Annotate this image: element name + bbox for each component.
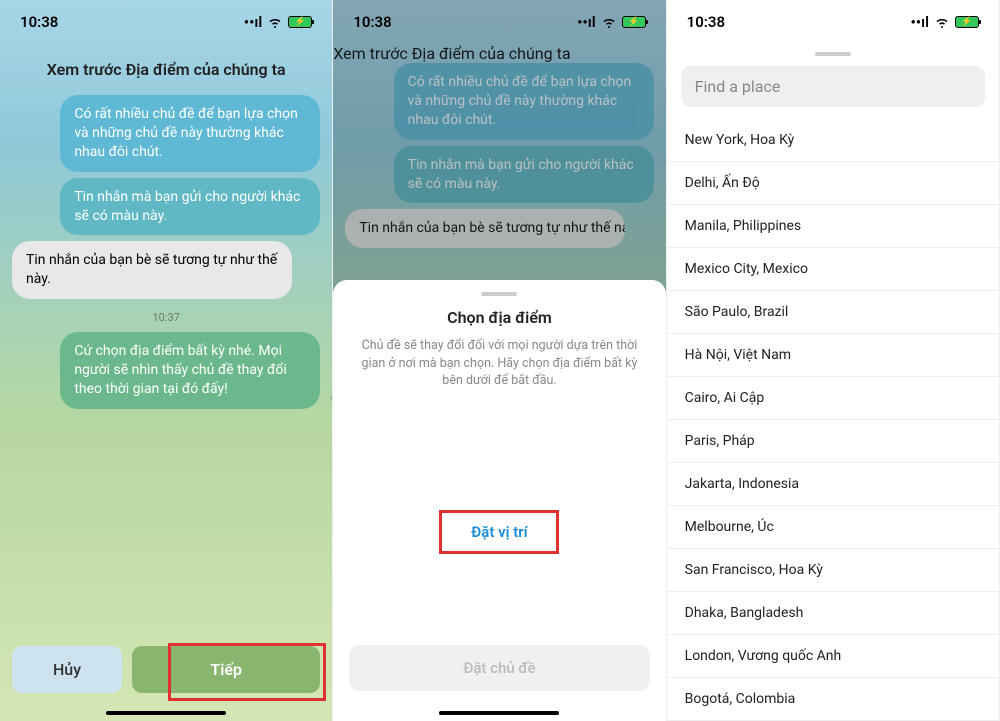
place-list: New York, Hoa Kỳ Delhi, Ấn Độ Manila, Ph… (667, 119, 999, 721)
sent-bubble: Có rất nhiều chủ đề để bạn lựa chọn và n… (60, 95, 320, 172)
home-indicator[interactable] (439, 711, 559, 715)
page-title: Xem trước Địa điểm của chúng ta (0, 44, 332, 95)
search-input[interactable]: Find a place (681, 66, 985, 107)
list-item[interactable]: Delhi, Ấn Độ (667, 162, 999, 205)
list-item[interactable]: Melbourne, Úc (667, 506, 999, 549)
wifi-icon (267, 16, 283, 28)
list-item[interactable]: São Paulo, Brazil (667, 291, 999, 334)
list-item[interactable]: New York, Hoa Kỳ (667, 119, 999, 162)
status-time: 10:38 (687, 13, 725, 31)
screen-choose-location: 10:38 ••ıl ⚡ Xem trước Địa điểm của chún… (333, 0, 666, 721)
sent-bubble: Cứ chọn địa điểm bất kỳ nhé. Mọi người s… (60, 332, 320, 409)
list-item[interactable]: Manila, Philippines (667, 205, 999, 248)
status-time: 10:38 (20, 13, 58, 31)
screen-preview: 10:38 ••ıl ⚡ Xem trước Địa điểm của chún… (0, 0, 333, 721)
sheet-grabber[interactable] (481, 292, 517, 296)
sheet-title: Chọn địa điểm (349, 308, 649, 327)
sheet-description: Chủ đề sẽ thay đổi đối với mọi người dựa… (349, 337, 649, 390)
list-item[interactable]: Dhaka, Bangladesh (667, 592, 999, 635)
set-theme-button[interactable]: Đặt chủ đề (349, 645, 649, 691)
status-bar: 10:38 ••ıl ⚡ (333, 0, 665, 44)
signal-icon: ••ıl (244, 13, 263, 31)
status-icons: ••ıl ⚡ (910, 13, 979, 31)
sheet-grabber[interactable] (815, 52, 851, 56)
timestamp: 10:37 (12, 311, 320, 324)
chat-area: Có rất nhiều chủ đề để bạn lựa chọn và n… (0, 95, 332, 409)
signal-icon: ••ıl (577, 13, 596, 31)
list-item[interactable]: Mexico City, Mexico (667, 248, 999, 291)
set-location-button[interactable]: Đặt vị trí (439, 510, 559, 554)
cancel-button[interactable]: Hủy (12, 646, 122, 693)
wifi-icon (601, 16, 617, 28)
list-item[interactable]: Paris, Pháp (667, 420, 999, 463)
list-item[interactable]: Bogotá, Colombia (667, 678, 999, 721)
status-icons: ••ıl ⚡ (577, 13, 646, 31)
highlight-box (168, 643, 326, 701)
wifi-icon (934, 16, 950, 28)
battery-icon: ⚡ (622, 16, 646, 28)
battery-icon: ⚡ (955, 16, 979, 28)
list-item[interactable]: Jakarta, Indonesia (667, 463, 999, 506)
status-icons: ••ıl ⚡ (244, 13, 313, 31)
status-bar: 10:38 ••ıl ⚡ (667, 0, 999, 44)
list-item[interactable]: Cairo, Ai Cập (667, 377, 999, 420)
battery-icon: ⚡ (288, 16, 312, 28)
status-bar: 10:38 ••ıl ⚡ (0, 0, 332, 44)
bottom-sheet: Chọn địa điểm Chủ đề sẽ thay đổi đối với… (333, 280, 665, 721)
sent-bubble: Tin nhắn mà bạn gửi cho người khác sẽ có… (60, 178, 320, 236)
status-time: 10:38 (353, 13, 391, 31)
received-bubble: Tin nhắn của bạn bè sẽ tương tự như thế … (12, 241, 292, 299)
list-item[interactable]: Hà Nội, Việt Nam (667, 334, 999, 377)
signal-icon: ••ıl (910, 13, 929, 31)
list-item[interactable]: San Francisco, Hoa Kỳ (667, 549, 999, 592)
bubble-text: Cứ chọn địa điểm bất kỳ nhé. Mọi người s… (74, 343, 286, 397)
home-indicator[interactable] (106, 711, 226, 715)
list-item[interactable]: London, Vương quốc Anh (667, 635, 999, 678)
screen-place-search: 10:38 ••ıl ⚡ Find a place New York, Hoa … (667, 0, 1000, 721)
